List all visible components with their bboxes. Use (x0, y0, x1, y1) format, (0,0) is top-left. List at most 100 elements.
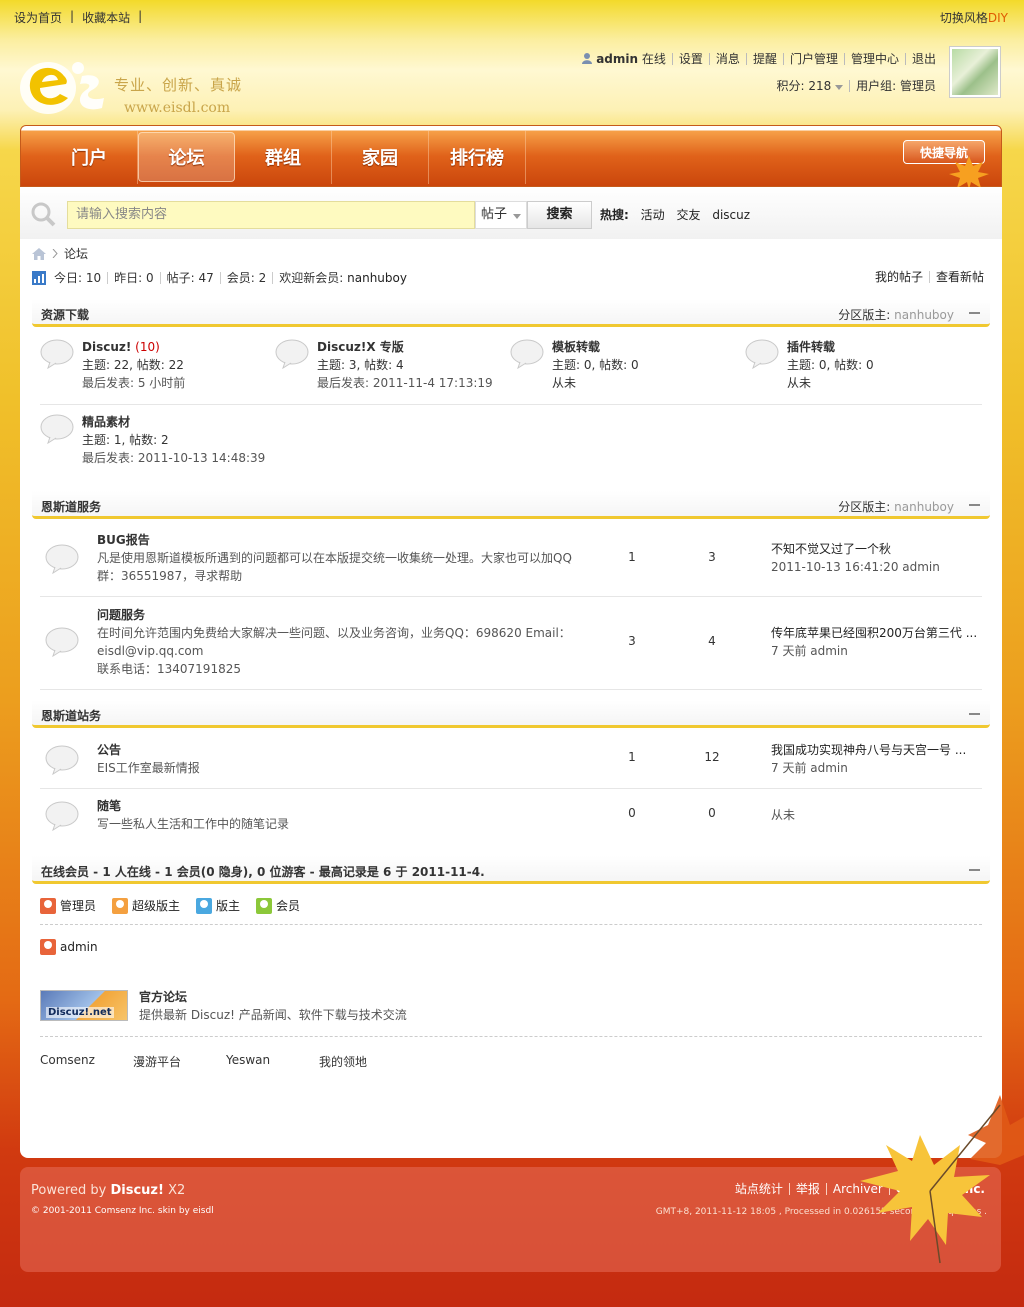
home-icon[interactable] (32, 247, 46, 260)
divider (40, 1036, 982, 1037)
user-group: 用户组: 管理员 (849, 80, 942, 92)
friend-link[interactable]: Comsenz (40, 1053, 133, 1070)
online-username[interactable]: admin (60, 940, 98, 954)
points-label: 积分: 218 (776, 79, 832, 93)
hot-search-link[interactable]: 交友 (676, 208, 700, 222)
legend-label: 会员 (276, 899, 301, 913)
nav-item-forum[interactable]: 论坛 (138, 132, 235, 182)
collapse-icon[interactable] (969, 869, 980, 871)
portal-admin-link[interactable]: 门户管理 (782, 52, 844, 65)
forum-name[interactable]: Discuz!X 专版 (317, 340, 404, 354)
forum-name[interactable]: BUG报告 (97, 531, 587, 549)
notifications-link[interactable]: 提醒 (745, 52, 783, 65)
bookmark-link[interactable]: 收藏本站 (82, 9, 138, 26)
forum-item: 模板转载 主题: 0, 帖数: 0 从未 (552, 338, 639, 392)
site-logo[interactable] (18, 54, 108, 116)
forum-name[interactable]: 插件转载 (787, 340, 835, 354)
discuz-logo-link[interactable]: Discuz!.net (40, 990, 128, 1021)
collapse-icon[interactable] (969, 312, 980, 314)
nav-item-portal[interactable]: 门户 (41, 130, 138, 184)
last-post-meta[interactable]: 7 天前 admin (771, 759, 976, 777)
moderator-label: 分区版主: (838, 308, 895, 322)
main-nav: 门户 论坛 群组 家园 排行榜 快捷导航 (20, 125, 1002, 190)
forum-stat: 主题: 0, 帖数: 0 (787, 358, 874, 372)
nav-item-ranking[interactable]: 排行榜 (429, 130, 526, 184)
new-posts-link[interactable]: 查看新帖 (928, 271, 990, 283)
last-post-meta: 从未 (771, 808, 796, 822)
forum-name[interactable]: 模板转载 (552, 340, 600, 354)
nav-item-home[interactable]: 家园 (332, 130, 429, 184)
forum-description: 群：36551987，寻求帮助 (97, 569, 243, 583)
legend-label: 超级版主 (132, 899, 181, 913)
forum-bubble-icon (40, 414, 74, 444)
eis-logo-icon (20, 62, 104, 114)
forum-bubble-icon (40, 339, 74, 369)
last-post-meta[interactable]: 7 天前 admin (771, 642, 976, 660)
forum-row: 问题服务 在时间允许范围内免费给大家解决一些问题、以及业务咨询，业务QQ：698… (40, 597, 982, 690)
friend-link[interactable]: Yeswan (226, 1053, 319, 1070)
search-button[interactable]: 搜索 (527, 201, 592, 229)
last-post-meta[interactable]: 2011-10-13 16:41:20 admin (771, 558, 976, 576)
category-header: 资源下载 分区版主: nanhuboy (32, 299, 990, 327)
site-stats-link[interactable]: 站点统计 (729, 1183, 789, 1195)
forum-name[interactable]: 精品素材 (82, 415, 130, 429)
style-switch-link[interactable]: 切换风格DIY (940, 9, 1008, 26)
settings-link[interactable]: 设置 (671, 52, 709, 65)
set-home-link[interactable]: 设为首页 (14, 9, 70, 26)
divider (40, 404, 982, 405)
breadcrumb-current[interactable]: 论坛 (64, 245, 88, 262)
thread-count: 1 (628, 550, 636, 564)
points-dropdown[interactable]: 积分: 218 (771, 80, 850, 92)
moderator-link[interactable]: nanhuboy (894, 500, 954, 514)
chevron-right-icon (52, 249, 58, 258)
post-count: 0 (708, 806, 716, 820)
legend-label: 管理员 (60, 899, 97, 913)
forum-name[interactable]: 问题服务 (97, 606, 587, 624)
post-count: 4 (708, 634, 716, 648)
last-post-title[interactable]: 传年底苹果已经囤积200万台第三代 ... (771, 624, 976, 642)
category-title[interactable]: 恩斯道站务 (41, 707, 101, 724)
admin-user-icon (40, 897, 56, 914)
forum-last-post: 最后发表: 5 小时前 (82, 376, 186, 390)
avatar[interactable] (949, 46, 1001, 98)
friend-link[interactable]: 我的领地 (319, 1053, 412, 1070)
collapse-icon[interactable] (969, 504, 980, 506)
forum-name[interactable]: 公告 (97, 741, 587, 759)
last-post-title[interactable]: 不知不觉又过了一个秋 (771, 540, 976, 558)
last-post-title[interactable]: 我国成功实现神舟八号与天宫一号 ... (771, 741, 976, 759)
nav-item-groups[interactable]: 群组 (235, 130, 332, 184)
online-user[interactable]: admin (40, 939, 98, 955)
admin-center-link[interactable]: 管理中心 (843, 52, 905, 65)
forum-name[interactable]: Discuz! (82, 340, 131, 354)
forum-last-post: 最后发表: 2011-10-13 14:48:39 (82, 451, 266, 465)
hot-search-link[interactable]: discuz (712, 208, 750, 222)
user-info: 积分: 218 用户组: 管理员 (771, 80, 942, 92)
collapse-icon[interactable] (969, 713, 980, 715)
username-link[interactable]: admin (596, 52, 638, 66)
forum-bubble-icon (745, 339, 779, 369)
search-icon (31, 202, 56, 227)
category-title[interactable]: 恩斯道服务 (41, 498, 101, 515)
new-member-link[interactable]: nanhuboy (347, 271, 407, 285)
user-icon (582, 53, 593, 64)
forum-bubble-icon (45, 745, 79, 775)
messages-link[interactable]: 消息 (708, 52, 746, 65)
hot-search-link[interactable]: 活动 (641, 208, 665, 222)
online-header: 在线会员 - 1 人在线 - 1 会员(0 隐身), 0 位游客 - 最高记录是… (32, 856, 990, 884)
category-moderator: 分区版主: nanhuboy (838, 306, 954, 323)
search-input[interactable]: 请输入搜索内容 (67, 201, 475, 229)
moderator-link[interactable]: nanhuboy (894, 308, 954, 322)
friend-link[interactable]: 漫游平台 (133, 1053, 226, 1070)
online-summary[interactable]: 在线会员 - 1 人在线 - 1 会员(0 隐身), 0 位游客 - 最高记录是… (41, 863, 485, 880)
friend-links: Comsenz 漫游平台 Yeswan 我的领地 (40, 1053, 412, 1070)
partner-title[interactable]: 官方论坛 (139, 988, 407, 1006)
diy-label: DIY (987, 11, 1008, 25)
my-posts-link[interactable]: 我的帖子 (869, 271, 929, 283)
forum-name[interactable]: 随笔 (97, 797, 587, 815)
discuz-link[interactable]: Discuz! (110, 1183, 163, 1198)
forum-info: 公告 EIS工作室最新情报 (97, 741, 587, 777)
logout-link[interactable]: 退出 (904, 52, 942, 65)
report-link[interactable]: 举报 (788, 1183, 826, 1195)
category-title[interactable]: 资源下载 (41, 306, 89, 323)
search-type-select[interactable]: 帖子 (475, 201, 527, 229)
